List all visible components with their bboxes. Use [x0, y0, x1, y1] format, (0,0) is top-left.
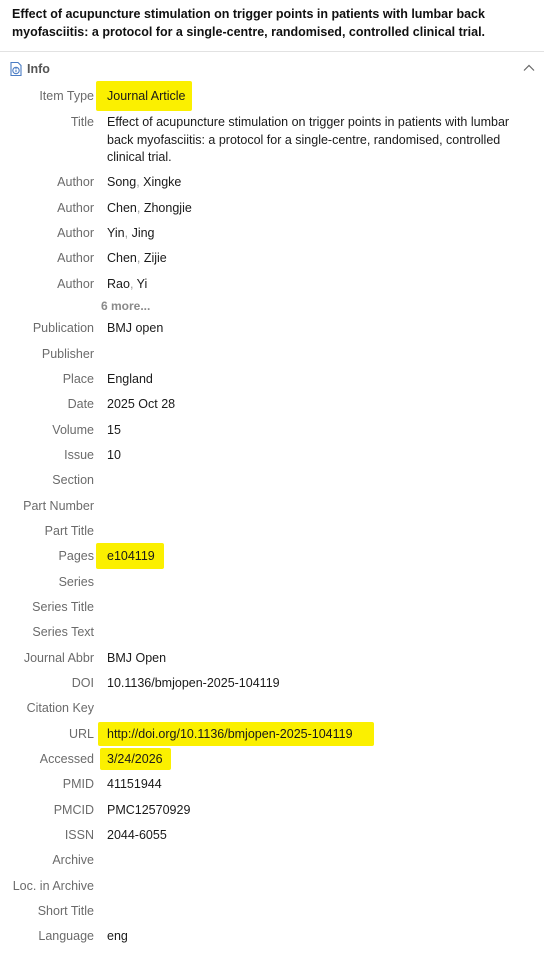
- date-value[interactable]: 2025 Oct 28: [107, 397, 175, 411]
- author-first-name[interactable]: Zijie: [144, 251, 167, 265]
- author-first-name[interactable]: Zhongjie: [144, 201, 192, 215]
- language-value[interactable]: eng: [107, 929, 128, 943]
- part-number-label: Part Number: [23, 499, 94, 513]
- pmcid-label: PMCID: [53, 803, 94, 817]
- author-last-name[interactable]: Song: [107, 175, 136, 189]
- author-last-name[interactable]: Yin: [107, 226, 125, 240]
- volume-label: Volume: [52, 423, 94, 437]
- item-title-heading: Effect of acupuncture stimulation on tri…: [12, 7, 486, 39]
- series-text-label: Series Text: [32, 625, 94, 639]
- publisher-label: Publisher: [41, 347, 94, 361]
- author-label: Author: [57, 277, 94, 291]
- author-row[interactable]: Chen, Zhongjie: [107, 201, 192, 215]
- item-title-bar: Effect of acupuncture stimulation on tri…: [0, 0, 544, 52]
- author-row[interactable]: Song, Xingke: [107, 175, 181, 189]
- chevron-up-icon[interactable]: [522, 61, 536, 75]
- author-row[interactable]: Yin, Jing: [107, 226, 155, 240]
- more-authors-link[interactable]: 6 more...: [101, 299, 150, 313]
- pmcid-value[interactable]: PMC12570929: [107, 803, 190, 817]
- series-title-label: Series Title: [32, 600, 94, 614]
- citation-key-label: Citation Key: [26, 701, 94, 715]
- pmid-value[interactable]: 41151944: [107, 777, 162, 791]
- author-label: Author: [57, 175, 94, 189]
- publication-value[interactable]: BMJ open: [107, 321, 163, 335]
- journal-abbr-label: Journal Abbr: [23, 651, 94, 665]
- author-first-name[interactable]: Jing: [132, 226, 155, 240]
- section-label: Section: [52, 473, 94, 487]
- language-label: Language: [38, 929, 94, 943]
- accessed-value[interactable]: 3/24/2026: [107, 752, 163, 766]
- doi-value[interactable]: 10.1136/bmjopen-2025-104119: [107, 676, 280, 690]
- issue-value[interactable]: 10: [107, 448, 121, 462]
- author-last-name[interactable]: Chen: [107, 201, 137, 215]
- title-value[interactable]: Effect of acupuncture stimulation on tri…: [107, 114, 517, 167]
- short-title-label: Short Title: [37, 904, 94, 918]
- journal-abbr-value[interactable]: BMJ Open: [107, 651, 166, 665]
- publication-label: Publication: [32, 321, 94, 335]
- part-title-label: Part Title: [44, 524, 94, 538]
- author-label: Author: [57, 251, 94, 265]
- author-first-name[interactable]: Xingke: [143, 175, 181, 189]
- author-last-name[interactable]: Rao: [107, 277, 130, 291]
- author-label: Author: [57, 226, 94, 240]
- info-document-icon: [10, 61, 22, 77]
- issn-label: ISSN: [64, 828, 94, 842]
- url-label: URL: [68, 727, 94, 741]
- author-row[interactable]: Rao, Yi: [107, 277, 147, 291]
- author-first-name[interactable]: Yi: [137, 277, 148, 291]
- doi-label: DOI: [71, 676, 94, 690]
- pages-value[interactable]: e104119: [107, 549, 155, 563]
- item-type-value[interactable]: Journal Article: [107, 89, 186, 103]
- author-last-name[interactable]: Chen: [107, 251, 137, 265]
- series-label: Series: [58, 575, 94, 589]
- volume-value[interactable]: 15: [107, 423, 121, 437]
- place-value[interactable]: England: [107, 372, 153, 386]
- place-label: Place: [62, 372, 94, 386]
- author-label: Author: [57, 201, 94, 215]
- info-section-header[interactable]: Info: [0, 52, 544, 84]
- url-value[interactable]: http://doi.org/10.1136/bmjopen-2025-1041…: [107, 727, 353, 741]
- pmid-label: PMID: [62, 777, 94, 791]
- pages-label: Pages: [58, 549, 94, 563]
- issue-label: Issue: [64, 448, 94, 462]
- date-label: Date: [67, 397, 94, 411]
- info-section-label: Info: [27, 62, 50, 76]
- title-label: Title: [70, 115, 94, 129]
- loc-in-archive-label: Loc. in Archive: [12, 879, 94, 893]
- accessed-label: Accessed: [39, 752, 94, 766]
- author-row[interactable]: Chen, Zijie: [107, 251, 167, 265]
- archive-label: Archive: [52, 853, 94, 867]
- issn-value[interactable]: 2044-6055: [107, 828, 167, 842]
- item-type-label: Item Type: [39, 89, 94, 103]
